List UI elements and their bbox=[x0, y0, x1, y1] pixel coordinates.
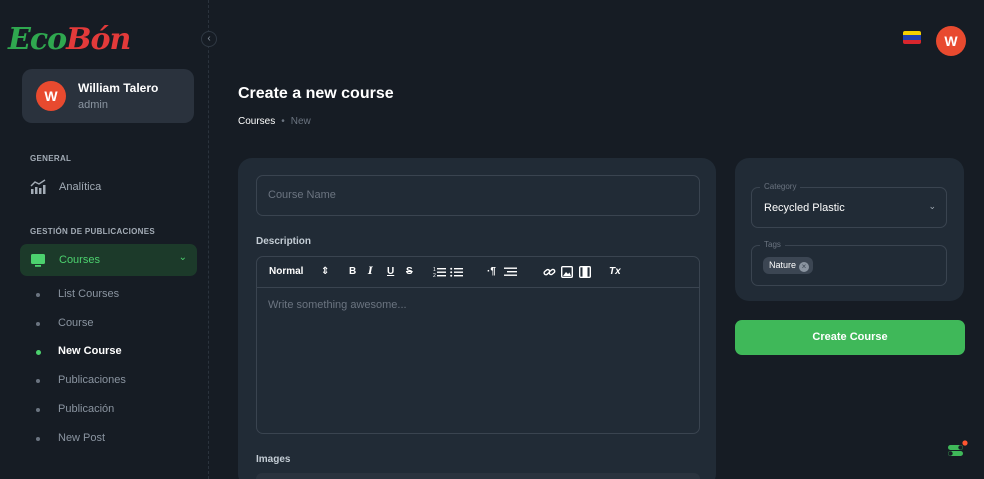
image-icon[interactable] bbox=[561, 266, 573, 278]
underline-button[interactable]: U bbox=[387, 266, 394, 277]
category-label: Category bbox=[760, 182, 801, 191]
italic-button[interactable]: I bbox=[368, 266, 373, 277]
editor-toolbar: Normal ⇕ B I U S 12 ·¶ Tx bbox=[257, 257, 699, 288]
logo[interactable]: EcoBón bbox=[8, 22, 131, 57]
remove-tag-icon[interactable]: × bbox=[799, 262, 810, 272]
course-form-card: Course Name Description Normal ⇕ B I U S… bbox=[238, 158, 716, 479]
format-select-arrows-icon[interactable]: ⇕ bbox=[321, 266, 329, 277]
user-name: William Talero bbox=[78, 81, 159, 95]
bullet-dot bbox=[36, 437, 40, 441]
chevron-down-icon: ⌄ bbox=[178, 252, 187, 263]
images-dropzone[interactable] bbox=[256, 473, 700, 479]
breadcrumb-link-courses[interactable]: Courses bbox=[238, 116, 275, 127]
course-meta-card: Category Recycled Plastic ⌄ Tags Nature × bbox=[735, 158, 964, 301]
link-icon[interactable] bbox=[543, 266, 556, 278]
create-course-button[interactable]: Create Course bbox=[735, 320, 965, 355]
paragraph-direction-icon[interactable]: ·¶ bbox=[487, 266, 496, 277]
language-flag-icon[interactable] bbox=[903, 31, 921, 44]
section-title-general: GENERAL bbox=[30, 154, 72, 163]
description-editor[interactable]: Normal ⇕ B I U S 12 ·¶ Tx Write somethin… bbox=[256, 256, 700, 434]
ordered-list-icon[interactable]: 12 bbox=[433, 266, 446, 278]
format-select[interactable]: Normal bbox=[269, 266, 303, 277]
category-select[interactable]: Category Recycled Plastic ⌄ bbox=[751, 182, 947, 228]
avatar: W bbox=[36, 81, 66, 111]
clear-format-icon[interactable]: Tx bbox=[609, 266, 621, 277]
tags-input[interactable]: Tags Nature × bbox=[751, 240, 947, 286]
section-title-publications: GESTIÓN DE PUBLICACIONES bbox=[30, 227, 155, 236]
breadcrumb: Courses • New bbox=[238, 116, 311, 127]
description-label: Description bbox=[256, 236, 312, 247]
editor-placeholder: Write something awesome... bbox=[268, 299, 407, 311]
chevron-down-icon: ⌄ bbox=[928, 201, 936, 211]
user-card[interactable]: W William Talero admin bbox=[22, 69, 194, 123]
bullet-dot bbox=[36, 379, 40, 383]
breadcrumb-current: New bbox=[290, 116, 311, 127]
breadcrumb-separator: • bbox=[281, 116, 285, 127]
images-label: Images bbox=[256, 454, 291, 465]
video-icon[interactable] bbox=[579, 266, 591, 278]
header-avatar[interactable]: W bbox=[936, 26, 966, 56]
bullet-dot bbox=[36, 322, 40, 326]
sidebar-item-analytics[interactable]: Analítica bbox=[20, 171, 197, 203]
page-title: Create a new course bbox=[238, 85, 394, 102]
bold-button[interactable]: B bbox=[349, 266, 356, 277]
bullet-dot bbox=[36, 293, 40, 297]
analytics-icon bbox=[30, 179, 46, 194]
tags-label: Tags bbox=[760, 240, 785, 249]
chevron-left-icon: ‹ bbox=[207, 33, 211, 44]
bullet-list-icon[interactable] bbox=[450, 266, 463, 278]
sidebar: EcoBón W William Talero admin GENERAL An… bbox=[0, 0, 209, 479]
sidebar-item-label: Courses bbox=[59, 254, 100, 266]
courses-icon bbox=[31, 254, 45, 267]
settings-toggle-icon[interactable] bbox=[945, 438, 969, 462]
sidebar-item-label: Analítica bbox=[59, 181, 102, 193]
collapse-sidebar-button[interactable]: ‹ bbox=[201, 31, 217, 47]
bullet-dot bbox=[36, 408, 40, 412]
user-role: admin bbox=[78, 99, 108, 111]
course-name-input[interactable]: Course Name bbox=[256, 175, 700, 216]
sidebar-item-courses[interactable]: Courses ⌄ bbox=[20, 244, 197, 276]
svg-text:2: 2 bbox=[433, 273, 436, 278]
bullet-dot bbox=[36, 350, 41, 355]
category-value: Recycled Plastic bbox=[764, 202, 845, 214]
course-name-placeholder: Course Name bbox=[268, 189, 336, 201]
tag-chip[interactable]: Nature × bbox=[763, 257, 814, 274]
strike-button[interactable]: S bbox=[406, 266, 413, 277]
align-icon[interactable] bbox=[504, 266, 517, 278]
